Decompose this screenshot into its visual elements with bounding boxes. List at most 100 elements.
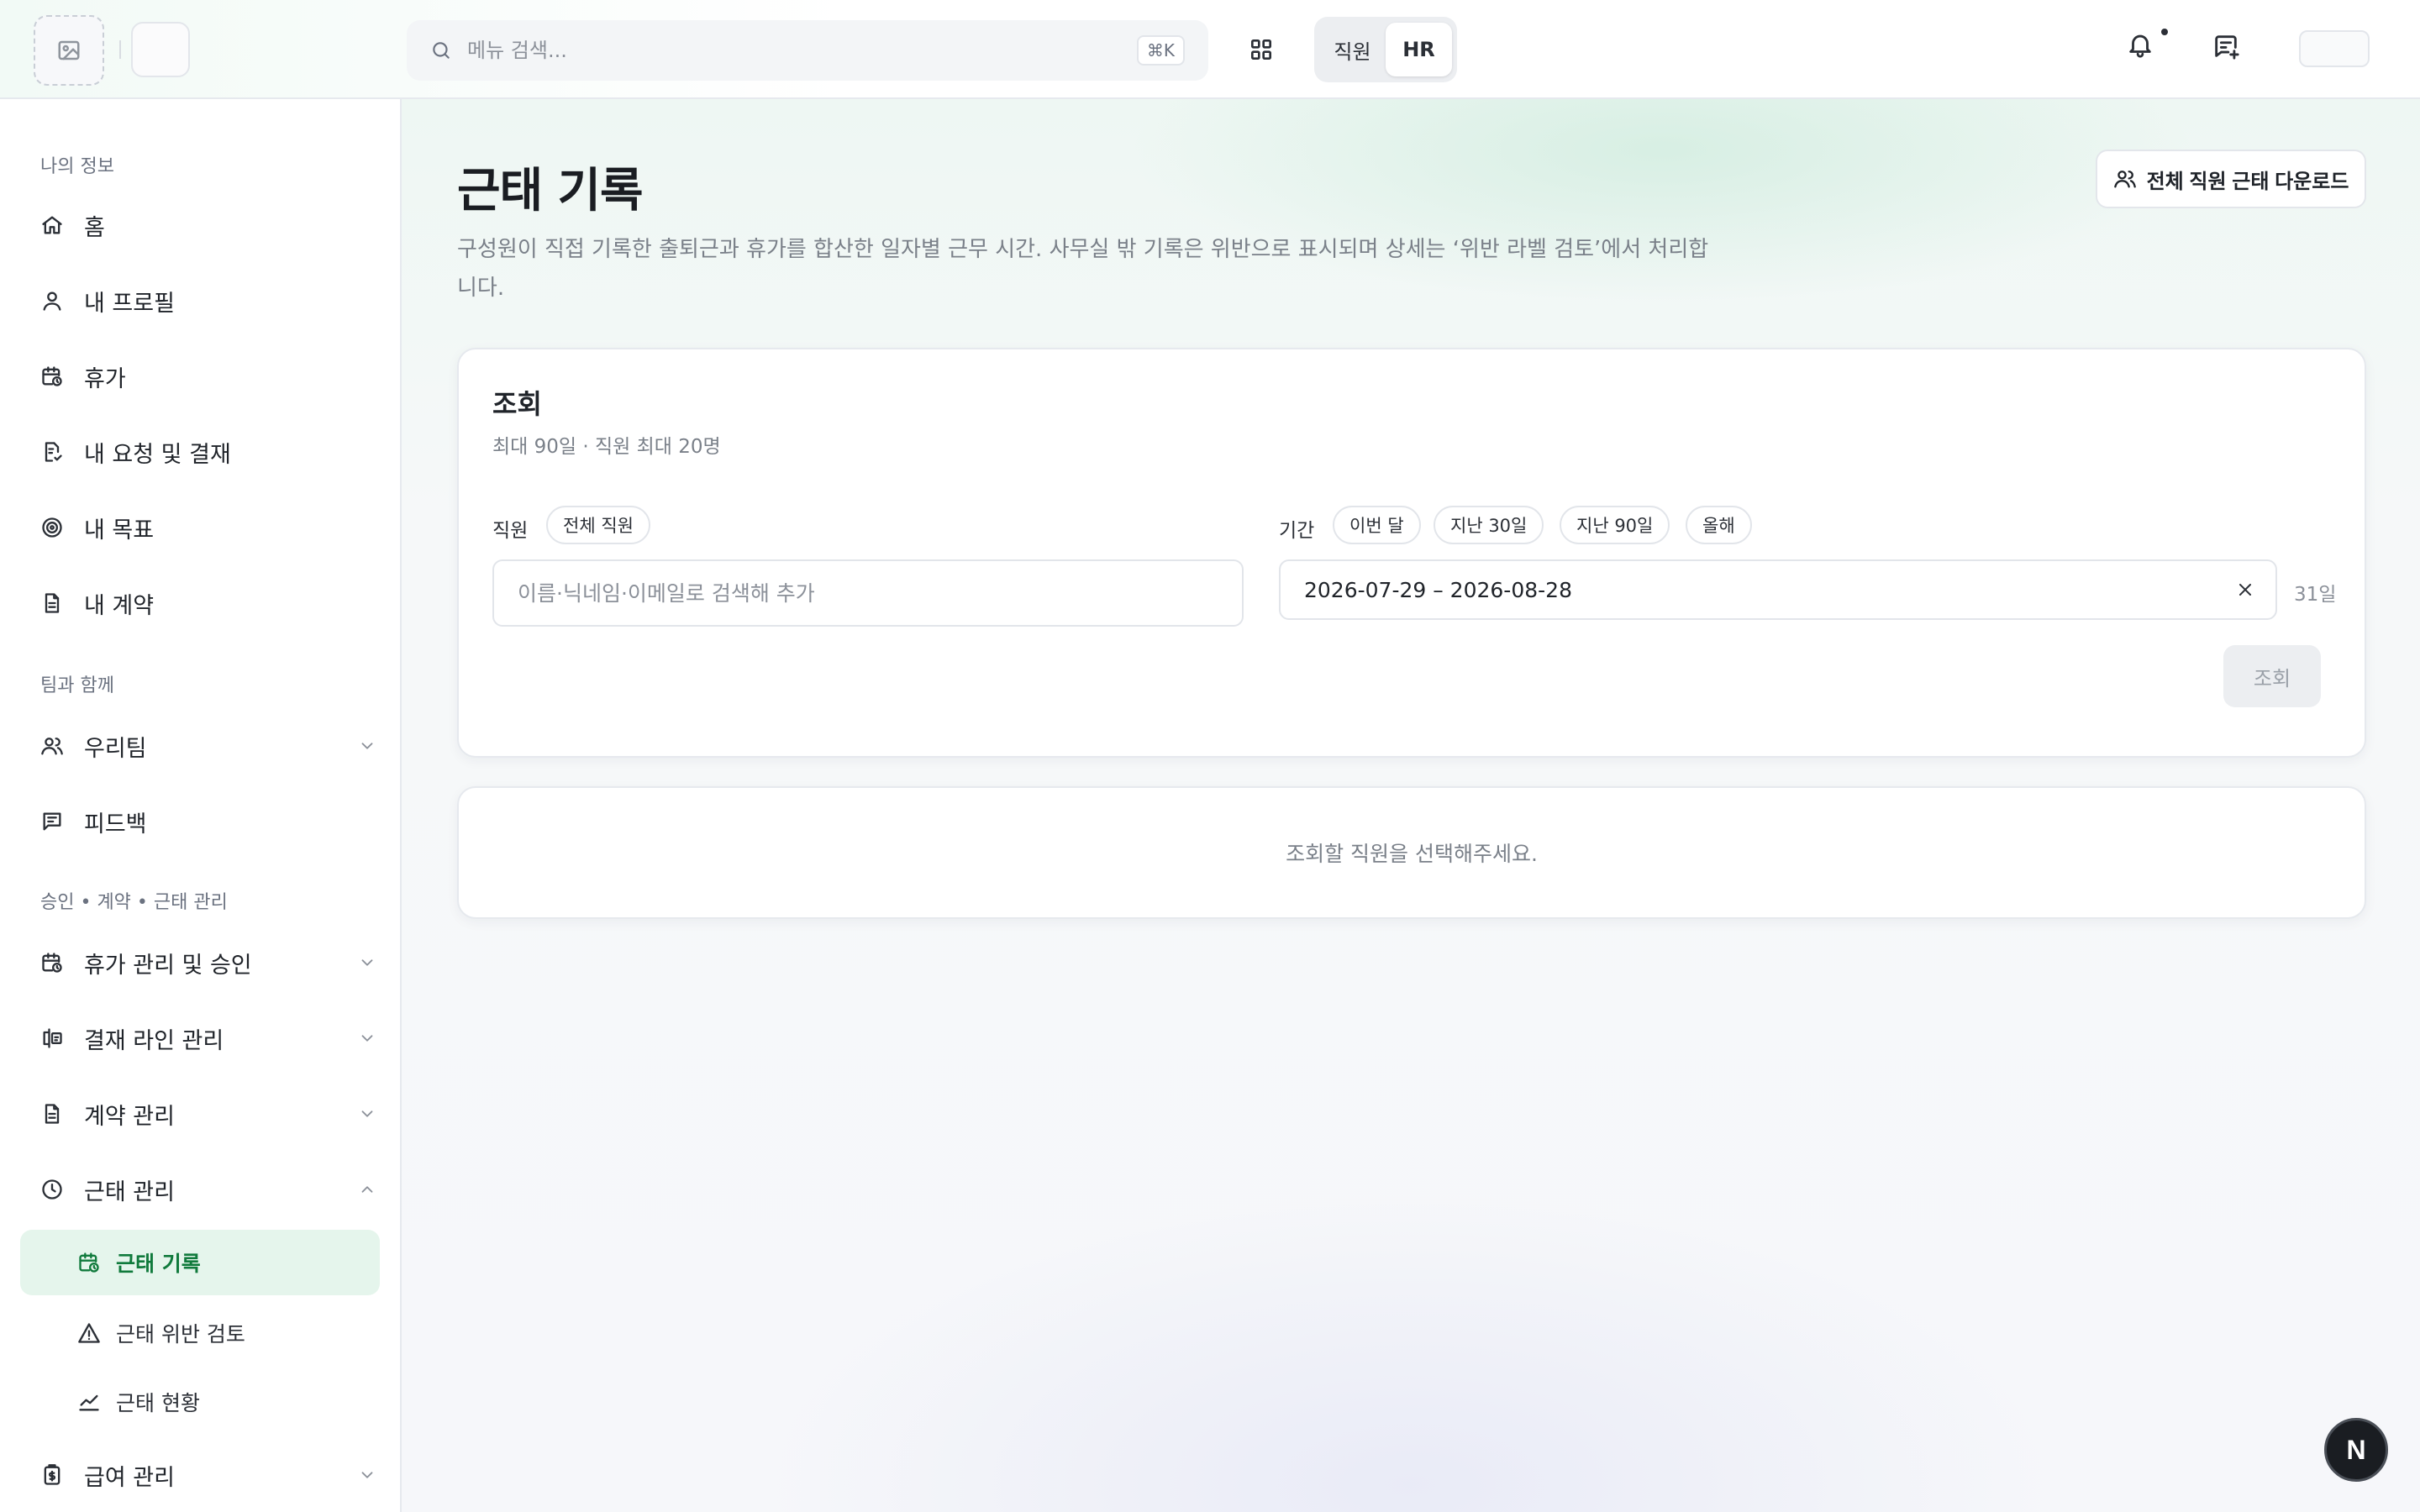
date-range-field[interactable]: 2026-07-29 – 2026-08-28 — [1279, 559, 2277, 620]
sidebar-item-attendance-admin[interactable]: 근태 관리 — [40, 1166, 376, 1213]
sidebar-item-leave[interactable]: 휴가 — [40, 353, 376, 400]
clock-icon — [40, 1178, 67, 1201]
menu-search-bar[interactable]: ⌘K — [407, 20, 1208, 81]
date-range-value: 2026-07-29 – 2026-08-28 — [1304, 577, 1572, 602]
period-chip-last-30[interactable]: 지난 30일 — [1434, 506, 1544, 544]
file-text-icon — [40, 591, 67, 615]
close-icon[interactable] — [2235, 580, 2255, 600]
sidebar-item-requests[interactable]: 내 요청 및 결재 — [40, 428, 376, 475]
clipboard-dollar-icon — [40, 1463, 67, 1487]
sidebar-subitem-violation-review[interactable]: 근태 위반 검토 — [20, 1300, 380, 1366]
sidebar-item-label: 급여 관리 — [84, 1464, 175, 1491]
sidebar-item-label: 내 프로필 — [84, 290, 175, 317]
query-card: 조회 최대 90일 · 직원 최대 20명 직원 전체 직원 기간 이번 달 지… — [457, 348, 2366, 758]
file-text-icon — [40, 1102, 67, 1126]
chevron-down-icon — [358, 1105, 376, 1123]
sidebar-item-label: 홈 — [84, 214, 105, 241]
chevron-down-icon — [358, 737, 376, 755]
query-card-subtitle: 최대 90일 · 직원 최대 20명 — [492, 436, 721, 458]
apps-grid-button[interactable] — [1240, 29, 1282, 71]
query-submit-button[interactable]: 조회 — [2223, 645, 2321, 707]
users-icon — [40, 734, 67, 758]
home-icon — [40, 213, 67, 237]
bell-icon — [2129, 34, 2151, 58]
assistant-fab-button[interactable]: N — [2324, 1418, 2388, 1482]
approval-line-icon — [40, 1026, 67, 1050]
chevron-down-icon — [358, 1029, 376, 1047]
sidebar-item-label: 휴가 — [84, 365, 126, 392]
main-content: 근태 기록 구성원이 직접 기록한 출퇴근과 휴가를 합산한 일자별 근무 시간… — [402, 99, 2420, 1512]
message-square-icon — [40, 810, 67, 833]
sidebar-item-label: 피드백 — [84, 811, 147, 837]
sidebar: 나의 정보 홈 내 프로필 휴가 내 요청 및 결재 내 목표 내 계약 팀과 … — [0, 99, 402, 1512]
chevron-down-icon — [358, 1466, 376, 1484]
sidebar-item-home[interactable]: 홈 — [40, 202, 376, 249]
chevron-down-icon — [358, 953, 376, 972]
alert-triangle-icon — [77, 1321, 103, 1345]
sidebar-item-label: 우리팀 — [84, 735, 147, 762]
workspace-logo[interactable] — [131, 22, 190, 77]
sidebar-item-label: 내 목표 — [84, 517, 155, 543]
sidebar-item-label: 휴가 관리 및 승인 — [84, 952, 252, 979]
sidebar-item-label: 근태 위반 검토 — [116, 1322, 245, 1347]
search-icon — [430, 39, 452, 61]
sidebar-item-contracts[interactable]: 내 계약 — [40, 580, 376, 627]
user-icon — [40, 289, 67, 312]
employee-search-field[interactable] — [492, 559, 1244, 627]
sidebar-section-my-info: 나의 정보 — [40, 156, 114, 177]
sidebar-item-payroll-admin[interactable]: 급여 관리 — [40, 1452, 376, 1499]
target-icon — [40, 516, 67, 539]
role-employee-button[interactable]: 직원 — [1319, 23, 1386, 76]
sidebar-item-label: 결재 라인 관리 — [84, 1027, 224, 1054]
sidebar-item-approval-line[interactable]: 결재 라인 관리 — [40, 1015, 376, 1062]
period-label: 기간 — [1279, 520, 1315, 542]
notification-dot — [2161, 29, 2168, 35]
sidebar-item-label: 내 계약 — [84, 592, 155, 619]
logo-divider — [119, 40, 121, 59]
grid-icon — [1251, 39, 1271, 60]
sidebar-item-profile[interactable]: 내 프로필 — [40, 277, 376, 324]
empty-state-message: 조회할 직원을 선택해주세요. — [1286, 842, 1538, 866]
feedback-message-button[interactable] — [2212, 32, 2240, 60]
page-title: 근태 기록 — [457, 164, 644, 218]
sidebar-item-leave-admin[interactable]: 휴가 관리 및 승인 — [40, 939, 376, 986]
calendar-clock-icon — [40, 365, 67, 388]
period-chip-this-month[interactable]: 이번 달 — [1333, 506, 1421, 544]
role-toggle: 직원 HR — [1314, 17, 1457, 82]
query-card-title: 조회 — [492, 388, 542, 420]
period-chip-last-90[interactable]: 지난 90일 — [1560, 506, 1670, 544]
download-button-label: 전체 직원 근태 다운로드 — [2146, 170, 2349, 193]
sidebar-item-label: 근태 관리 — [84, 1179, 175, 1205]
message-plus-icon — [2215, 35, 2239, 60]
search-shortcut-badge: ⌘K — [1136, 35, 1185, 66]
calendar-clock-icon — [77, 1251, 103, 1274]
sidebar-item-label: 근태 기록 — [116, 1252, 201, 1276]
sidebar-item-feedback[interactable]: 피드백 — [40, 798, 376, 845]
sidebar-section-admin: 승인 • 계약 • 근태 관리 — [40, 892, 228, 913]
logo-placeholder-image-icon[interactable] — [34, 15, 104, 86]
day-count: 31일 — [2294, 584, 2337, 606]
sidebar-subitem-attendance-status[interactable]: 근태 현황 — [20, 1369, 380, 1435]
employee-search-input[interactable] — [518, 580, 1218, 606]
line-chart-icon — [77, 1390, 103, 1414]
top-bar: ⌘K 직원 HR — [0, 0, 2420, 99]
sidebar-item-our-team[interactable]: 우리팀 — [40, 722, 376, 769]
sidebar-item-contract-admin[interactable]: 계약 관리 — [40, 1090, 376, 1137]
download-all-attendance-button[interactable]: 전체 직원 근태 다운로드 — [2096, 150, 2366, 208]
sidebar-item-goals[interactable]: 내 목표 — [40, 504, 376, 551]
all-employees-chip[interactable]: 전체 직원 — [546, 506, 650, 544]
page-description: 구성원이 직접 기록한 출퇴근과 휴가를 합산한 일자별 근무 시간. 사무실 … — [457, 237, 1709, 301]
chevron-up-icon — [358, 1180, 376, 1199]
result-card: 조회할 직원을 선택해주세요. — [457, 786, 2366, 919]
calendar-clock-icon — [40, 951, 67, 974]
document-check-icon — [40, 440, 67, 464]
user-avatar[interactable] — [2299, 30, 2370, 67]
period-chip-this-year[interactable]: 올해 — [1686, 506, 1752, 544]
sidebar-section-team: 팀과 함께 — [40, 675, 114, 696]
notifications-button[interactable] — [2126, 30, 2154, 59]
sidebar-subitem-attendance-record[interactable]: 근태 기록 — [20, 1230, 380, 1295]
menu-search-input[interactable] — [467, 39, 1137, 62]
employee-label: 직원 — [492, 520, 529, 542]
role-hr-button[interactable]: HR — [1386, 23, 1452, 76]
sidebar-item-label: 내 요청 및 결재 — [84, 441, 231, 468]
